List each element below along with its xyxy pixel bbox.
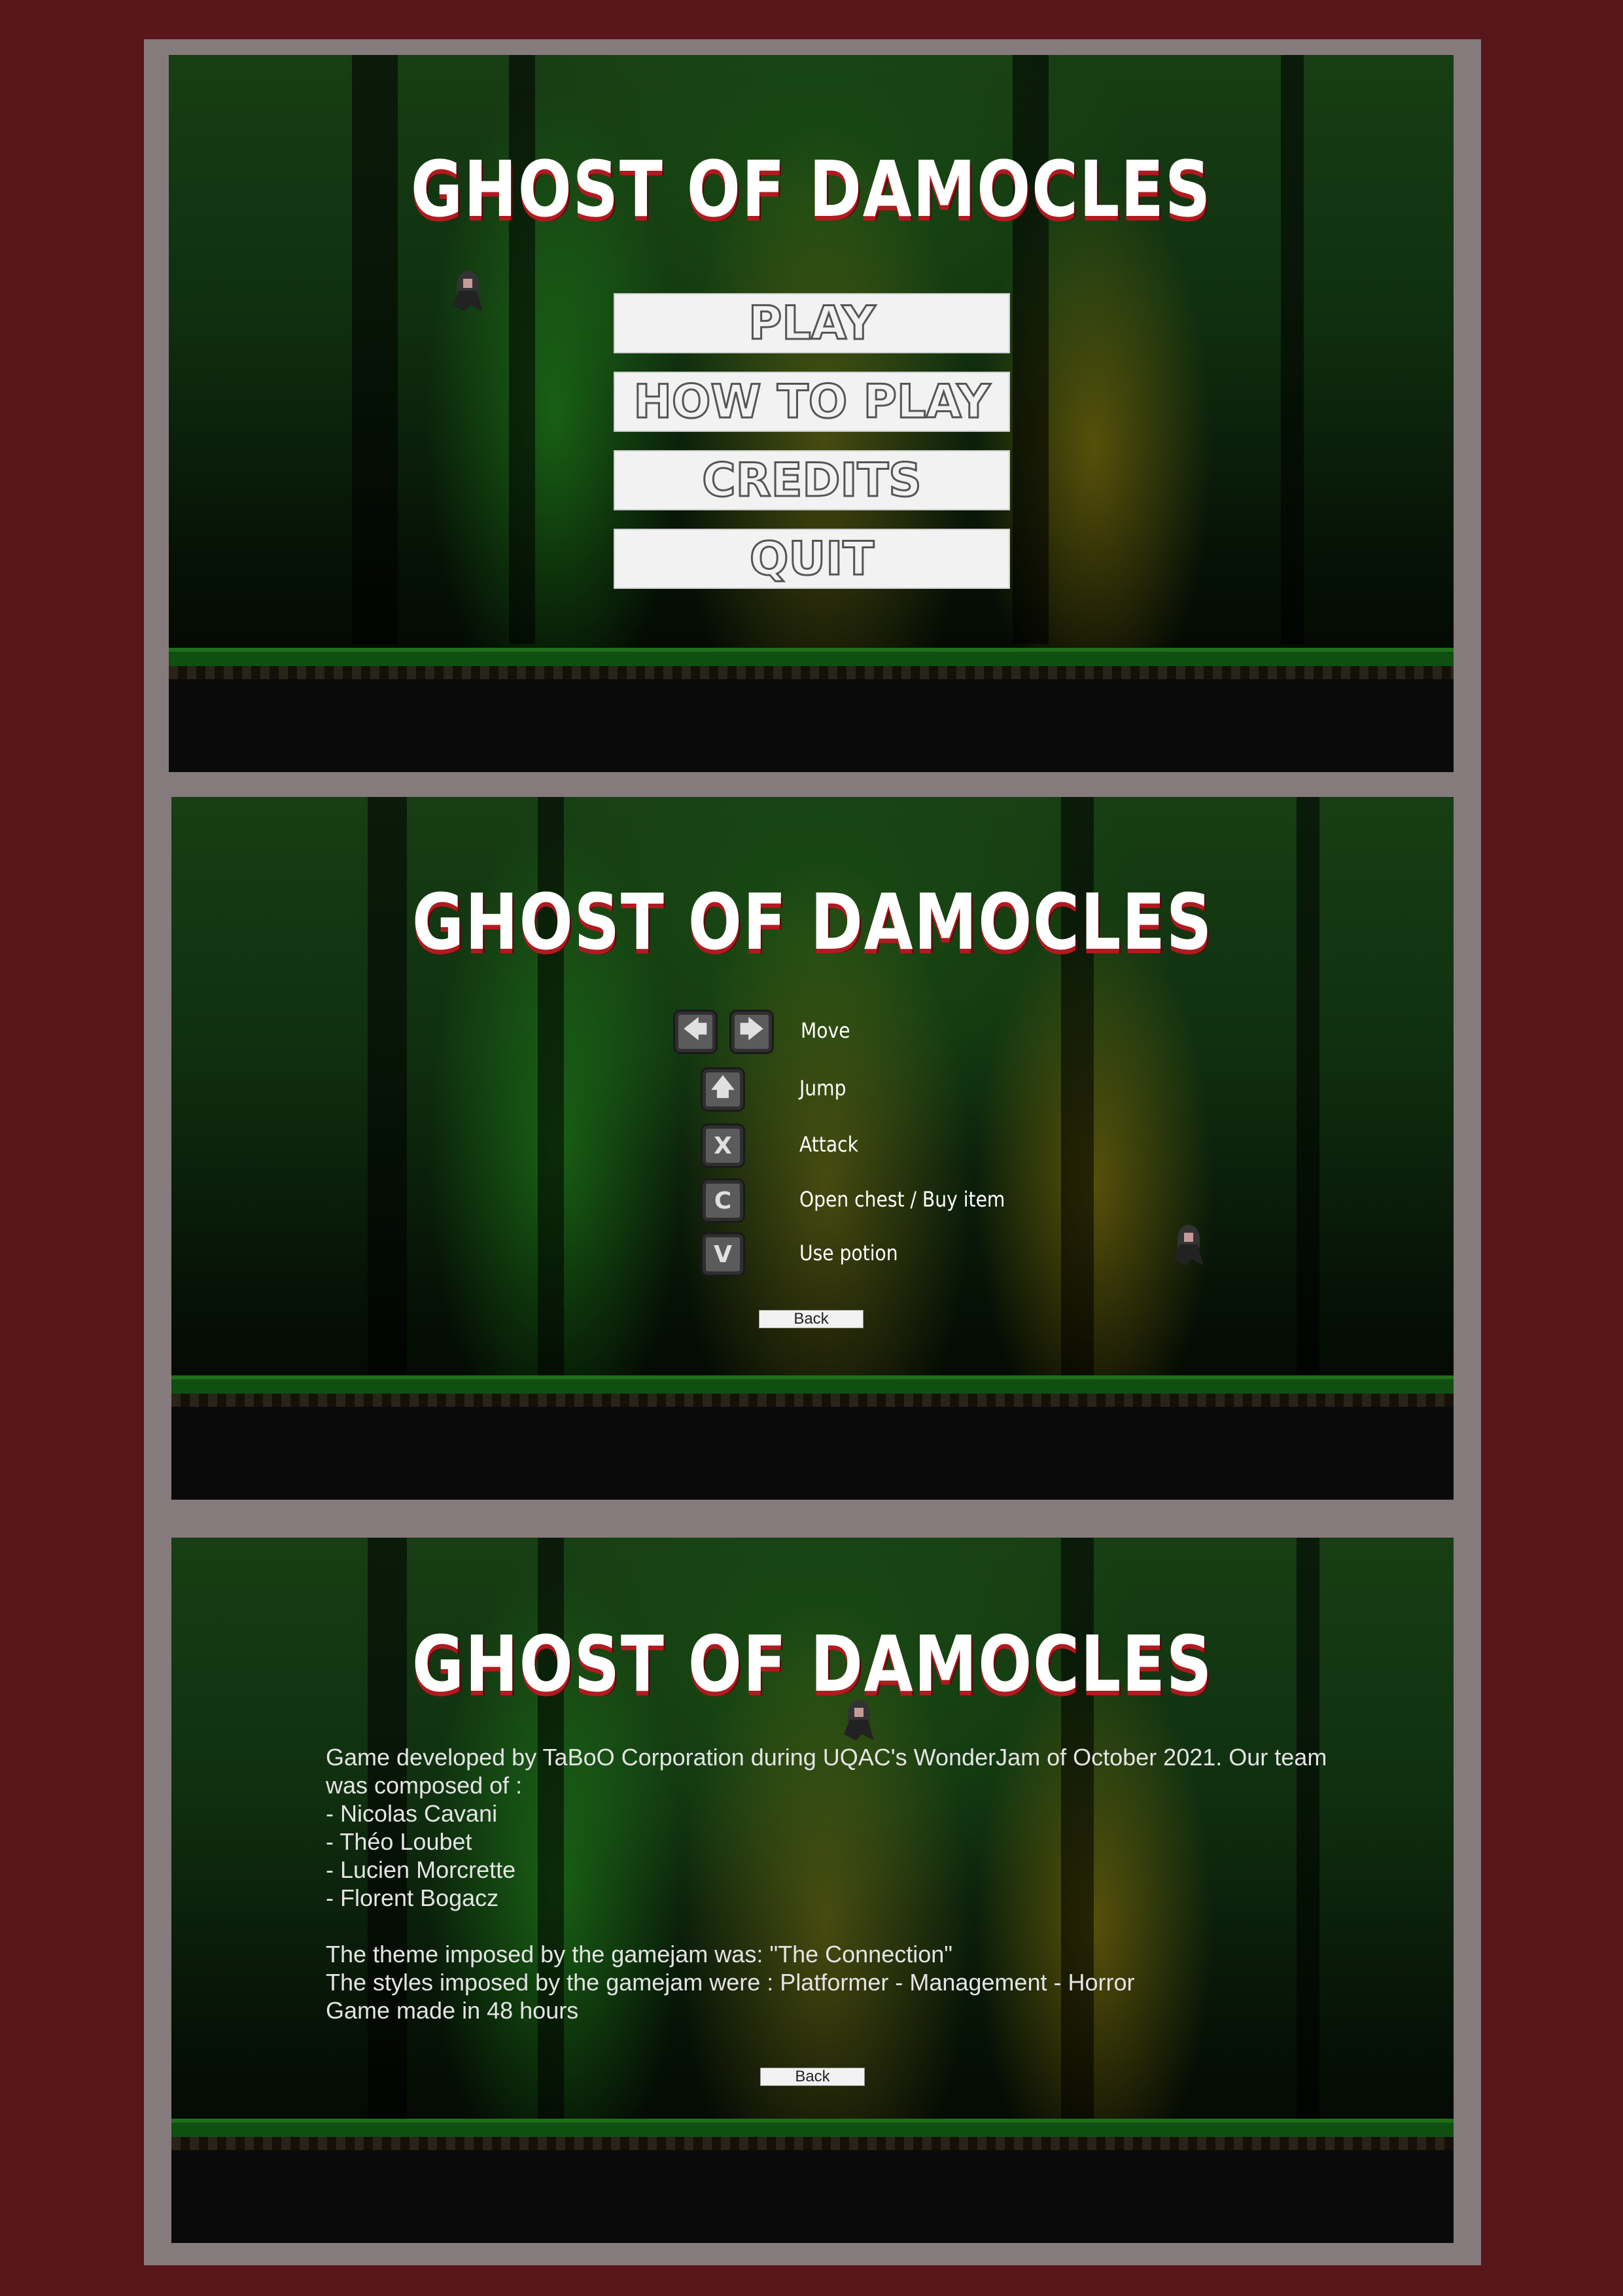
play-button[interactable]: PLAY	[614, 293, 1010, 353]
how-to-play-button[interactable]: HOW TO PLAY	[614, 372, 1010, 432]
game-title: GHOST OF DAMOCLES	[411, 877, 1213, 967]
game-title: GHOST OF DAMOCLES	[410, 144, 1212, 234]
screenshot-frame: GHOST OF DAMOCLES PLAY HOW TO PLAY CREDI…	[144, 39, 1481, 2265]
tree-trunk	[1281, 55, 1304, 644]
control-label-use-potion: Use potion	[799, 1241, 898, 1265]
ghost-sprite	[843, 1700, 875, 1740]
right-arrow-key-icon: 🡆	[731, 1012, 772, 1052]
ghost-sprite	[451, 271, 484, 311]
back-button[interactable]: Back	[760, 2068, 865, 2086]
ground	[171, 2119, 1454, 2243]
control-label-open-chest: Open chest / Buy item	[799, 1187, 1005, 1212]
credits-button[interactable]: CREDITS	[614, 450, 1010, 510]
tree-trunk	[1013, 55, 1049, 644]
v-key-icon: V	[703, 1234, 743, 1275]
control-label-move: Move	[801, 1018, 850, 1043]
c-key-icon: C	[703, 1180, 743, 1221]
back-button[interactable]: Back	[759, 1310, 864, 1328]
up-arrow-key-icon: 🡅	[703, 1069, 743, 1110]
credits-text: Game developed by TaBoO Corporation duri…	[326, 1744, 1327, 2024]
tree-trunk	[352, 55, 398, 644]
control-label-jump: Jump	[799, 1076, 846, 1101]
main-menu-screen: GHOST OF DAMOCLES PLAY HOW TO PLAY CREDI…	[169, 55, 1454, 772]
ground	[169, 648, 1454, 772]
ghost-sprite	[1172, 1225, 1205, 1265]
ground	[171, 1375, 1454, 1500]
how-to-play-screen: GHOST OF DAMOCLES 🡄 🡆 Move 🡅 Jump X Atta…	[171, 797, 1454, 1500]
credits-screen: GHOST OF DAMOCLES Game developed by TaBo…	[171, 1538, 1454, 2243]
left-arrow-key-icon: 🡄	[675, 1012, 716, 1052]
control-label-attack: Attack	[799, 1132, 858, 1157]
tree-trunk	[509, 55, 535, 644]
x-key-icon: X	[703, 1125, 743, 1166]
game-title: GHOST OF DAMOCLES	[411, 1619, 1213, 1709]
quit-button[interactable]: QUIT	[614, 529, 1010, 589]
